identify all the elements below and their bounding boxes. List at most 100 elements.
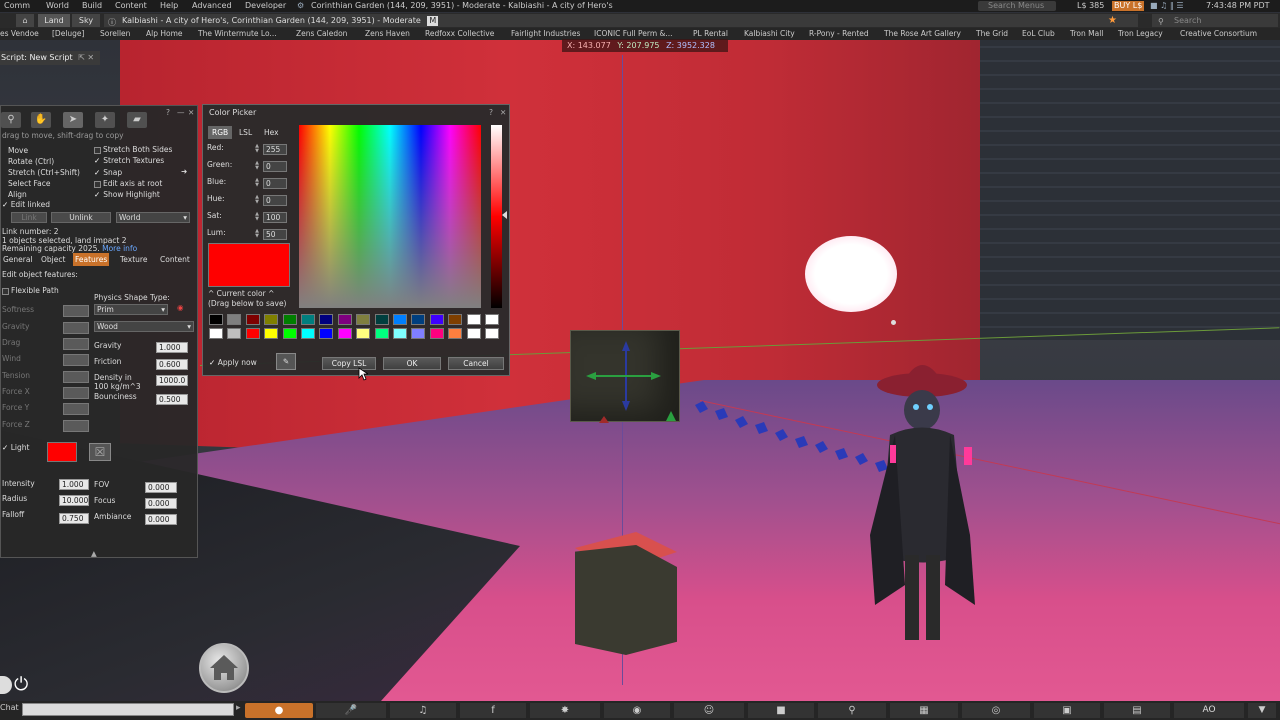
palette-swatch[interactable] [209, 314, 223, 325]
mode-select-face[interactable]: Select Face [8, 179, 50, 188]
sat-input[interactable]: 100 [263, 212, 287, 223]
favorite-item[interactable]: The Rose Art Gallery [884, 28, 961, 40]
light-color-swatch[interactable] [47, 442, 77, 462]
palette-swatch[interactable] [319, 328, 334, 339]
palette-swatch[interactable] [374, 328, 389, 339]
favorite-star-icon[interactable]: ★ [1108, 13, 1117, 28]
current-color-swatch[interactable] [208, 243, 290, 287]
sat-spinner[interactable]: ▲ ▼ [253, 212, 261, 223]
focus-input[interactable]: 0.000 [145, 498, 177, 509]
green-input[interactable]: 0 [263, 161, 287, 172]
map-button[interactable]: ▦ [890, 703, 958, 718]
palette-swatch[interactable] [448, 314, 463, 325]
favorite-item[interactable]: Tron Mall [1070, 28, 1103, 40]
green-spinner[interactable]: ▲ ▼ [253, 161, 261, 172]
light-checkbox[interactable]: ✓ Light [2, 443, 29, 452]
light-texture-icon[interactable]: ☒ [89, 443, 111, 461]
menu-advanced[interactable]: Advanced [192, 0, 232, 12]
luminance-slider[interactable] [491, 125, 502, 308]
script-window-tab[interactable]: Script: New Script ⇱ ✕ [0, 51, 100, 65]
tab-lsl[interactable]: LSL [235, 126, 256, 139]
appearance-button[interactable]: ■ [748, 703, 814, 718]
physics-shape-dropdown[interactable]: Prim ▾ [94, 304, 168, 315]
eye-icon[interactable]: ◉ [177, 303, 184, 312]
people-button[interactable]: ☺ [674, 703, 744, 718]
favorite-item[interactable]: Tron Legacy [1118, 28, 1163, 40]
favorite-item[interactable]: Kalbiashi City [744, 28, 795, 40]
favorite-item[interactable]: Creative Consortium [1180, 28, 1257, 40]
collapse-panel-icon[interactable]: ▲ [91, 549, 97, 558]
palette-swatch[interactable] [264, 314, 279, 325]
script-tab-close-icon[interactable]: ⇱ ✕ [78, 53, 94, 62]
palette-swatch[interactable] [282, 328, 297, 339]
menu-help[interactable]: Help [160, 0, 178, 12]
palette-swatch[interactable] [337, 314, 352, 325]
bounciness-input[interactable]: 0.500 [156, 394, 188, 405]
palette-swatch[interactable] [485, 314, 499, 325]
favorite-item[interactable]: Alp Home [146, 28, 183, 40]
eyedropper-icon[interactable]: ✎ [276, 353, 296, 370]
palette-swatch[interactable] [227, 314, 242, 325]
flexible-path-checkbox[interactable]: Flexible Path [2, 286, 59, 295]
create-tool-icon[interactable]: ✦ [95, 112, 115, 128]
red-spinner[interactable]: ▲ ▼ [253, 144, 261, 155]
snapshot-button[interactable]: ▣ [1034, 703, 1100, 718]
chat-input[interactable] [22, 703, 234, 716]
favorite-item[interactable]: R-Pony - Rented [809, 28, 869, 40]
voice-button[interactable]: 🎤 [316, 703, 386, 718]
menu-comm[interactable]: Comm [4, 0, 30, 12]
ambiance-input[interactable]: 0.000 [145, 514, 177, 525]
fov-input[interactable]: 0.000 [145, 482, 177, 493]
search-button[interactable]: ⚲ [818, 703, 886, 718]
palette-swatch[interactable] [282, 314, 297, 325]
color-spectrum[interactable] [299, 125, 481, 308]
link-button[interactable]: Link [11, 212, 47, 223]
tab-features[interactable]: Features [73, 253, 110, 266]
lum-input[interactable]: 50 [263, 229, 287, 240]
palette-swatch[interactable] [448, 328, 463, 339]
avatar[interactable] [850, 355, 990, 655]
red-input[interactable]: 255 [263, 144, 287, 155]
tab-content[interactable]: Content [158, 253, 192, 266]
menu-developer[interactable]: Developer [245, 0, 286, 12]
palette-swatch[interactable] [356, 328, 371, 339]
buy-currency-button[interactable]: BUY L$ [1112, 1, 1145, 11]
stretch-both-sides-checkbox[interactable]: Stretch Both Sides [94, 145, 172, 154]
home-icon[interactable]: ⌂ [16, 14, 34, 27]
move-tool-icon[interactable]: ✋ [31, 112, 51, 128]
palette-swatch[interactable] [411, 328, 426, 339]
blue-spinner[interactable]: ▲ ▼ [253, 178, 261, 189]
status-icons[interactable]: ■ ♫ ‖ ☰ [1150, 0, 1184, 12]
falloff-input[interactable]: 0.750 [59, 513, 89, 524]
minimap-button[interactable]: ◎ [962, 703, 1030, 718]
snap-checkbox[interactable]: ✓ Snap [94, 168, 122, 177]
parcel-icon[interactable]: ⚙ [297, 0, 304, 12]
speak-button[interactable]: ● [245, 703, 313, 718]
tab-general[interactable]: General [1, 253, 35, 266]
sky-button[interactable]: Sky [72, 14, 100, 27]
address-field[interactable]: Kalbiashi - A city of Hero's, Corinthian… [104, 14, 1138, 27]
home-button[interactable] [199, 643, 249, 693]
tab-hex[interactable]: Hex [260, 126, 283, 139]
unlink-button[interactable]: Unlink [51, 212, 111, 223]
hue-spinner[interactable]: ▲ ▼ [253, 195, 261, 206]
palette-swatch[interactable] [466, 314, 481, 325]
focus-tool-icon[interactable]: ⚲ [1, 112, 21, 128]
palette-swatch[interactable] [245, 314, 260, 325]
build-close-icon[interactable]: ✕ [188, 108, 194, 117]
snap-arrow-icon[interactable]: ➜ [181, 167, 187, 176]
lum-spinner[interactable]: ▲ ▼ [253, 229, 261, 240]
menu-content[interactable]: Content [115, 0, 147, 12]
hue-input[interactable]: 0 [263, 195, 287, 206]
lower-cube[interactable] [575, 545, 677, 655]
apply-now-checkbox[interactable]: ✓ Apply now [209, 358, 257, 367]
search-input[interactable]: Search [1152, 14, 1278, 27]
intensity-input[interactable]: 1.000 [59, 479, 89, 490]
friction-input[interactable]: 0.600 [156, 359, 188, 370]
ruler-dropdown[interactable]: World ▾ [116, 212, 190, 223]
favorite-item[interactable]: es Vendoe [0, 28, 39, 40]
palette-swatch[interactable] [337, 328, 352, 339]
cancel-button[interactable]: Cancel [448, 357, 504, 370]
menu-world[interactable]: World [46, 0, 69, 12]
palette-swatch[interactable] [301, 314, 315, 325]
